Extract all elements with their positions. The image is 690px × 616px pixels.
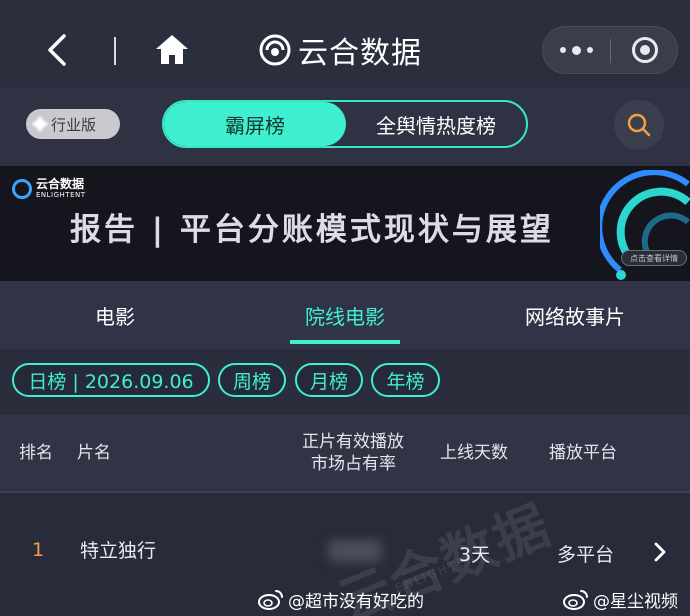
chevron-right-icon[interactable] (651, 540, 669, 564)
more-dot-icon (560, 47, 566, 53)
edition-badge[interactable]: 行业版 (26, 109, 120, 139)
table-header: 排名 片名 正片有效播放 市场占有率 上线天数 播放平台 (0, 415, 690, 491)
nav-divider (114, 37, 116, 65)
more-dot-icon (587, 47, 593, 53)
report-banner[interactable]: 云合数据 ENLIGHTENT 报告 | 平台分账模式现状与展望 点击查看详情 (0, 166, 690, 281)
mini-program-capsule (542, 26, 678, 74)
tab-movie[interactable]: 电影 (40, 281, 190, 349)
header-days: 上线天数 (440, 443, 508, 463)
row-platform: 多平台 (557, 544, 615, 566)
ranking-toolbar: 行业版 霸屏榜 全舆情热度榜 (0, 88, 690, 166)
close-mini-program-button[interactable] (611, 27, 678, 73)
back-button[interactable] (40, 32, 76, 68)
weibo-icon (258, 590, 283, 610)
banner-logo: 云合数据 ENLIGHTENT (12, 178, 86, 199)
banner-logo-cn: 云合数据 (36, 177, 85, 191)
search-icon (627, 113, 651, 137)
category-tabs: 电影 院线电影 网络故事片 (0, 281, 690, 349)
brand: 云合数据 (258, 28, 422, 72)
brand-logo-icon (259, 34, 291, 66)
period-filter: 日榜 | 2026.09.06 周榜 月榜 年榜 (0, 349, 690, 415)
chevron-left-icon (48, 34, 66, 66)
header-platform: 播放平台 (549, 443, 617, 463)
tab-dominance-chart[interactable]: 霸屏榜 (164, 102, 346, 146)
row-title: 特立独行 (80, 540, 157, 562)
chip-weekly[interactable]: 周榜 (218, 363, 286, 397)
enlightent-logo-icon (12, 178, 32, 199)
tab-public-opinion-heat[interactable]: 全舆情热度榜 (346, 102, 526, 146)
brand-name: 云合数据 (298, 36, 422, 71)
banner-logo-en: ENLIGHTENT (36, 191, 86, 199)
ranking-type-switch: 霸屏榜 全舆情热度榜 (162, 100, 528, 148)
blurred-share-value (328, 540, 382, 562)
tab-online-feature-film[interactable]: 网络故事片 (500, 281, 650, 349)
active-tab-indicator (290, 340, 400, 344)
target-icon (631, 37, 658, 63)
weibo-handle: @超市没有好吃的 (288, 591, 424, 612)
header-share-line1: 正片有效播放 (302, 432, 404, 452)
banner-title: 报告 | 平台分账模式现状与展望 (70, 212, 554, 248)
more-button[interactable] (543, 27, 610, 73)
header-title: 片名 (77, 443, 111, 463)
search-button[interactable] (614, 100, 664, 150)
chip-monthly[interactable]: 月榜 (295, 363, 363, 397)
row-rank: 1 (32, 539, 45, 561)
edition-label: 行业版 (51, 115, 97, 134)
top-nav-bar: 云合数据 (0, 0, 690, 88)
chip-yearly[interactable]: 年榜 (371, 363, 440, 397)
weibo-credit: @星尘视频 (563, 586, 678, 612)
weibo-handle: @星尘视频 (593, 591, 678, 612)
more-dot-icon (572, 45, 581, 55)
weibo-icon (563, 590, 588, 610)
banner-cta-button[interactable]: 点击查看详情 (621, 250, 687, 266)
chip-daily[interactable]: 日榜 | 2026.09.06 (12, 363, 210, 397)
home-button[interactable] (152, 30, 192, 70)
header-rank: 排名 (19, 443, 53, 463)
home-icon (156, 35, 188, 64)
diamond-icon (31, 115, 49, 133)
tab-theatrical-movie[interactable]: 院线电影 (270, 281, 420, 349)
weibo-credit: @超市没有好吃的 (258, 586, 424, 612)
header-share-line2: 市场占有率 (311, 454, 396, 474)
